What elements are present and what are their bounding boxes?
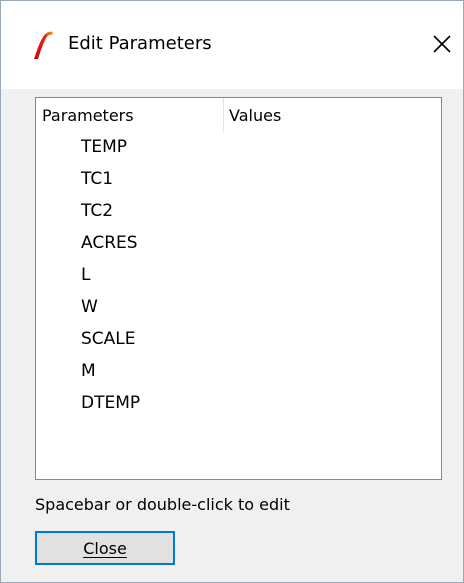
window-title: Edit Parameters — [68, 33, 212, 54]
list-item[interactable]: SCALE — [36, 324, 441, 356]
column-divider[interactable] — [223, 98, 224, 132]
parameter-rows: TEMP TC1 TC2 ACRES L W SCALE M DTEMP — [36, 132, 441, 420]
parameter-name: TEMP — [81, 137, 128, 157]
list-item[interactable]: TC2 — [36, 196, 441, 228]
parameter-name: TC2 — [81, 201, 114, 221]
list-item[interactable]: M — [36, 356, 441, 388]
close-button[interactable]: Close — [35, 531, 175, 565]
list-item[interactable]: ACRES — [36, 228, 441, 260]
title-bar[interactable]: Edit Parameters — [1, 1, 463, 89]
column-header-values[interactable]: Values — [229, 98, 434, 132]
parameter-name: TC1 — [81, 169, 114, 189]
parameters-list[interactable]: Parameters Values TEMP TC1 TC2 ACRES L W… — [35, 97, 442, 480]
list-item[interactable]: DTEMP — [36, 388, 441, 420]
parameter-name: W — [81, 297, 98, 317]
list-item[interactable]: W — [36, 292, 441, 324]
column-header-parameters[interactable]: Parameters — [42, 98, 222, 132]
list-item[interactable]: TC1 — [36, 164, 441, 196]
parameter-name: SCALE — [81, 329, 136, 349]
list-header: Parameters Values — [36, 98, 441, 132]
parameter-name: L — [81, 265, 91, 285]
parameter-name: DTEMP — [81, 393, 141, 413]
parameter-name: ACRES — [81, 233, 138, 253]
close-icon[interactable] — [429, 31, 455, 57]
parameter-name: M — [81, 361, 96, 381]
list-item[interactable]: TEMP — [36, 132, 441, 164]
list-item[interactable]: L — [36, 260, 441, 292]
edit-parameters-dialog: Edit Parameters Parameters Values TEMP T… — [0, 0, 464, 583]
edit-hint-text: Spacebar or double-click to edit — [35, 495, 290, 514]
simetrix-logo-icon — [34, 31, 53, 59]
close-button-label: Close — [83, 538, 127, 558]
